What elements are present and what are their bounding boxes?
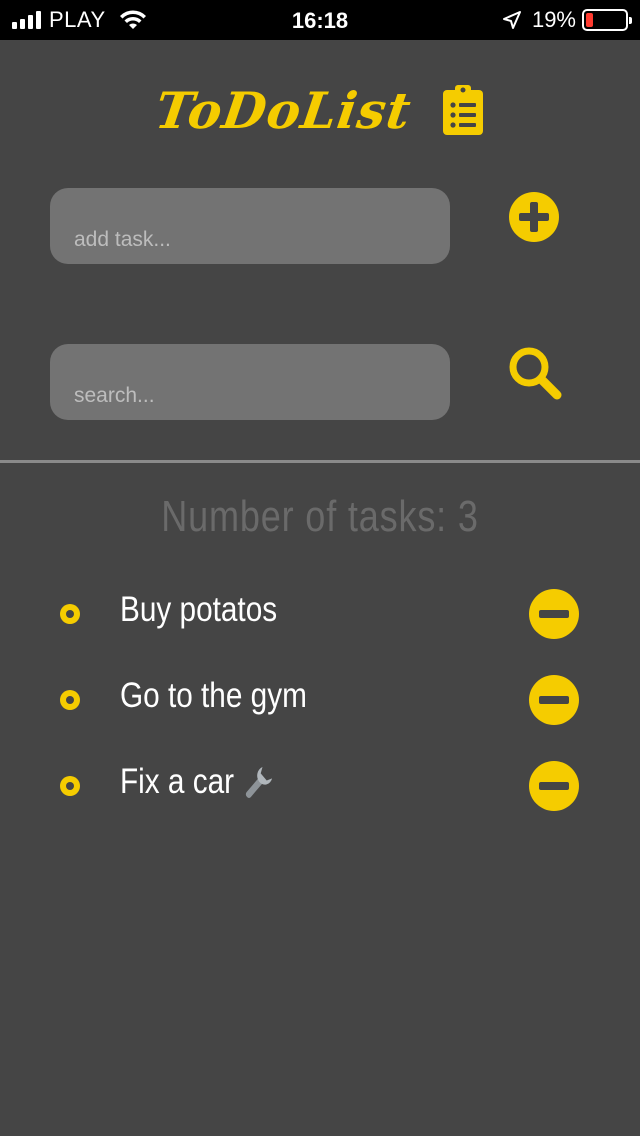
battery-level: [586, 13, 593, 27]
add-task-row: [50, 188, 590, 264]
search-input[interactable]: [50, 344, 450, 420]
wrench-icon: [246, 766, 273, 798]
bullet-icon: [60, 604, 80, 624]
battery-icon: [582, 9, 632, 31]
task-list: Buy potatos Go to the gym Fix a car: [0, 586, 640, 844]
minus-circle-icon[interactable]: [528, 760, 580, 812]
bullet-icon: [60, 776, 80, 796]
list-item: Go to the gym: [0, 672, 640, 758]
bullet-icon: [60, 690, 80, 710]
clipboard-list-icon: [443, 85, 484, 135]
status-right: 19%: [502, 7, 632, 32]
add-task-input[interactable]: [50, 188, 450, 264]
app-header: ToDoList: [0, 78, 640, 142]
battery-percent: 19%: [531, 7, 576, 32]
list-item: Fix a car: [0, 758, 640, 844]
task-label: Buy potatos: [120, 590, 278, 629]
task-label-wrapper: Fix a car: [120, 762, 275, 802]
task-counter: Number of tasks: 3: [161, 492, 479, 541]
minus-circle-icon[interactable]: [528, 588, 580, 640]
task-label: Fix a car: [120, 762, 235, 801]
list-item: Buy potatos: [0, 586, 640, 672]
task-label: Go to the gym: [120, 676, 307, 715]
app-title: ToDoList: [151, 80, 415, 140]
search-row: [50, 344, 590, 420]
location-arrow-icon: [502, 11, 521, 29]
search-icon[interactable]: [506, 344, 564, 402]
status-bar: PLAY 16:18 19%: [0, 0, 640, 40]
section-divider: [0, 460, 640, 463]
plus-circle-icon[interactable]: [508, 191, 560, 243]
minus-circle-icon[interactable]: [528, 674, 580, 726]
